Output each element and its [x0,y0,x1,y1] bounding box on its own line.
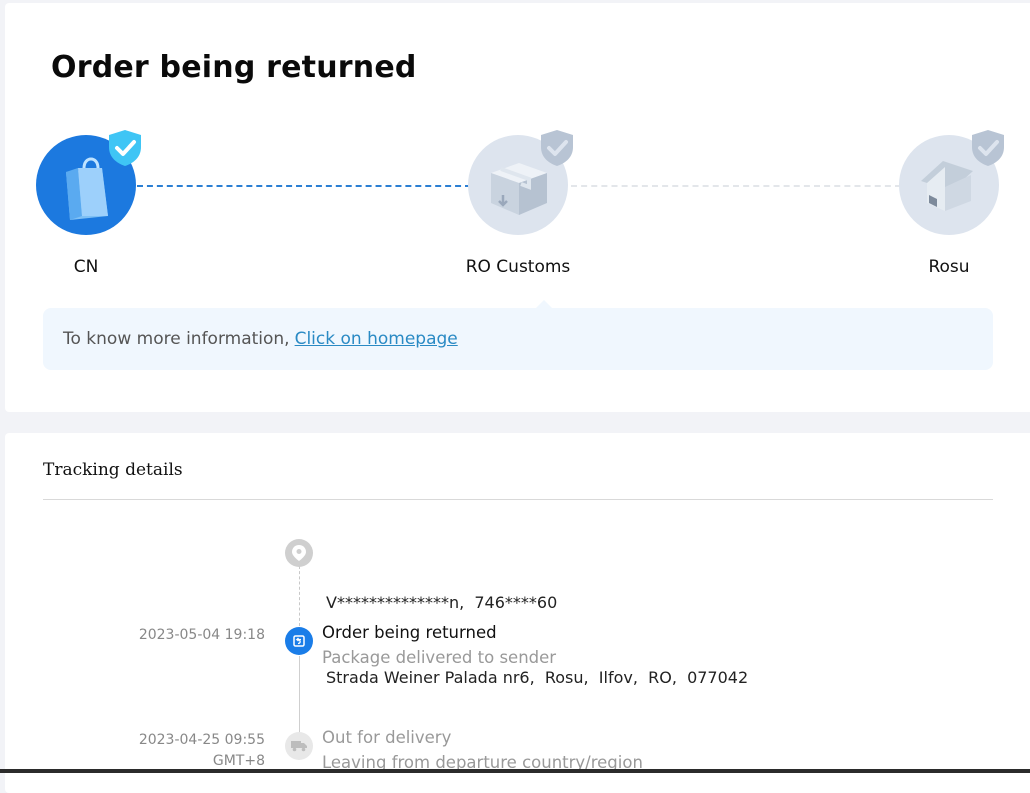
info-banner: To know more information, Click on homep… [43,300,993,370]
event-timestamp: 2023-04-25 09:55 GMT+8 [138,732,265,769]
progress-step-customs: RO Customs [466,130,573,277]
progress-line-completed [137,185,471,187]
shopping-bag-icon [66,157,108,220]
event-description: Package delivered to sender [322,648,557,667]
section-title: Tracking details [43,460,183,480]
order-status-card: Order being returned CN RO Customs Rosu … [5,3,1030,412]
return-icon [285,627,313,655]
progress-step-label: RO Customs [465,257,571,277]
progress-line-pending [571,185,901,187]
window-bottom-edge [0,769,1030,773]
location-pin-icon [285,539,313,567]
progress-step-origin: CN [36,130,141,277]
divider [43,499,993,500]
progress-step-label: CN [73,257,99,277]
info-banner-text: To know more information, [63,329,290,349]
progress-step-label: Rosu [928,257,970,277]
page-title: Order being returned [51,50,417,85]
shield-check-icon [109,130,141,166]
event-timestamp: 2023-05-04 19:18 [138,627,265,643]
tracking-details-card: Tracking details V**************n, 746**… [5,433,1030,793]
event-status: Order being returned [322,623,497,642]
homepage-link[interactable]: Click on homepage [295,329,458,349]
shield-check-icon [972,130,1004,166]
event-status: Out for delivery [322,728,452,747]
info-banner-pointer [535,300,553,309]
progress-step-destination: Rosu [899,130,1004,277]
timeline-connector [299,566,300,626]
truck-icon [285,732,313,760]
address-recipient: V**************n, 746****60 [326,593,558,612]
shield-check-icon [541,130,573,166]
